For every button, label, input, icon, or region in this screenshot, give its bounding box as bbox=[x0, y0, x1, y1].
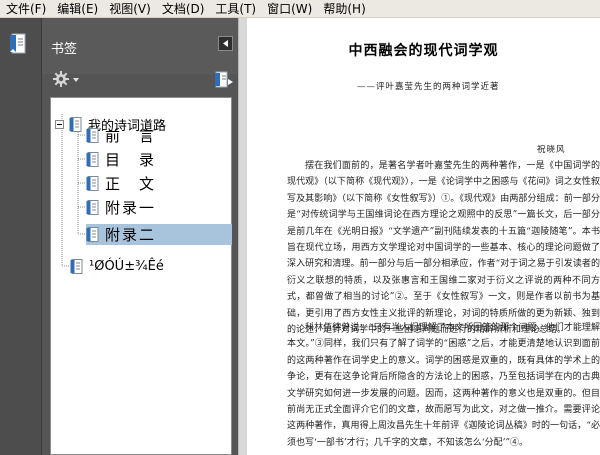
bookmark-label: ¹ØÓÚ±¾Êé bbox=[89, 259, 164, 274]
menu-document[interactable]: 文档(D) bbox=[156, 0, 205, 18]
navigation-strip bbox=[0, 18, 42, 455]
bookmark-panel-icon[interactable] bbox=[9, 33, 27, 55]
menu-view[interactable]: 视图(V) bbox=[103, 0, 151, 18]
bookmark-item-appendix-2-selected[interactable]: 附录二 bbox=[86, 224, 232, 245]
bookmark-tree: 我的诗词道路 前 言 目 录 正 文 附录一 附录二 ¹ØÓÚ±¾Êé bbox=[50, 97, 232, 455]
triangle-left-icon bbox=[223, 40, 228, 47]
bookmark-icon bbox=[69, 117, 82, 132]
bookmark-label: 目 录 bbox=[105, 151, 157, 169]
bookmark-item-main-text[interactable]: 正 文 bbox=[86, 173, 156, 194]
menu-help[interactable]: 帮助(H) bbox=[317, 0, 365, 18]
options-button[interactable] bbox=[52, 70, 82, 88]
bookmark-icon bbox=[86, 200, 99, 215]
bookmark-label: 附录一 bbox=[105, 199, 157, 217]
expand-bookmark-button[interactable] bbox=[214, 70, 234, 90]
bookmark-icon bbox=[70, 259, 83, 274]
panel-header: 书签 bbox=[42, 18, 238, 74]
panel-title: 书签 bbox=[51, 42, 78, 57]
document-page: 中西融会的现代词学观 ——评叶嘉莹先生的两种词学近著 祝晓风 摆在我们面前的，是… bbox=[247, 18, 600, 455]
document-paragraph: 科林伍德曾说：“只有当人们理解了本文所回答的那个问题，他们才能理解本文。”③同样… bbox=[287, 323, 600, 448]
document-title: 中西融会的现代词学观 bbox=[348, 43, 499, 59]
menu-edit[interactable]: 编辑(E) bbox=[51, 0, 98, 18]
bookmark-icon bbox=[86, 227, 99, 242]
bookmark-label: 前 言 bbox=[105, 127, 157, 145]
bookmark-label: 附录二 bbox=[105, 226, 157, 244]
bookmark-label: 正 文 bbox=[105, 175, 157, 193]
bookmark-item-preface[interactable]: 前 言 bbox=[86, 125, 156, 146]
bookmark-icon bbox=[86, 176, 99, 191]
menu-tools[interactable]: 工具(T) bbox=[209, 0, 256, 18]
bookmark-icon bbox=[86, 128, 99, 143]
document-subtitle: ——评叶嘉莹先生的两种词学近著 bbox=[357, 82, 500, 92]
bookmark-item-about[interactable]: ¹ØÓÚ±¾Êé bbox=[70, 256, 164, 277]
bookmark-icon bbox=[86, 152, 99, 167]
document-paragraph: 摆在我们面前的，是著名学者叶嘉莹先生的两种著作，一是《中国词学的现代观》（以下简… bbox=[287, 161, 600, 336]
menu-bar: 文件(F) 编辑(E) 视图(V) 文档(D) 工具(T) 窗口(W) 帮助(H… bbox=[0, 0, 600, 18]
bookmark-item-contents[interactable]: 目 录 bbox=[86, 149, 156, 170]
menu-window[interactable]: 窗口(W) bbox=[261, 0, 312, 18]
bookmarks-panel: 书签 我的诗词道路 前 言 目 录 正 文 附录一 附录二 ¹ØÓÚ±¾Êé bbox=[42, 18, 238, 455]
collapse-toggle-icon[interactable] bbox=[55, 120, 64, 129]
bookmark-item-appendix-1[interactable]: 附录一 bbox=[86, 197, 156, 218]
expand-bookmark-icon bbox=[215, 71, 233, 88]
panel-splitter[interactable] bbox=[238, 18, 247, 455]
document-author: 祝晓风 bbox=[537, 145, 566, 155]
menu-file[interactable]: 文件(F) bbox=[0, 0, 46, 18]
collapse-panel-button[interactable] bbox=[218, 36, 233, 51]
gear-options-icon bbox=[53, 71, 79, 87]
